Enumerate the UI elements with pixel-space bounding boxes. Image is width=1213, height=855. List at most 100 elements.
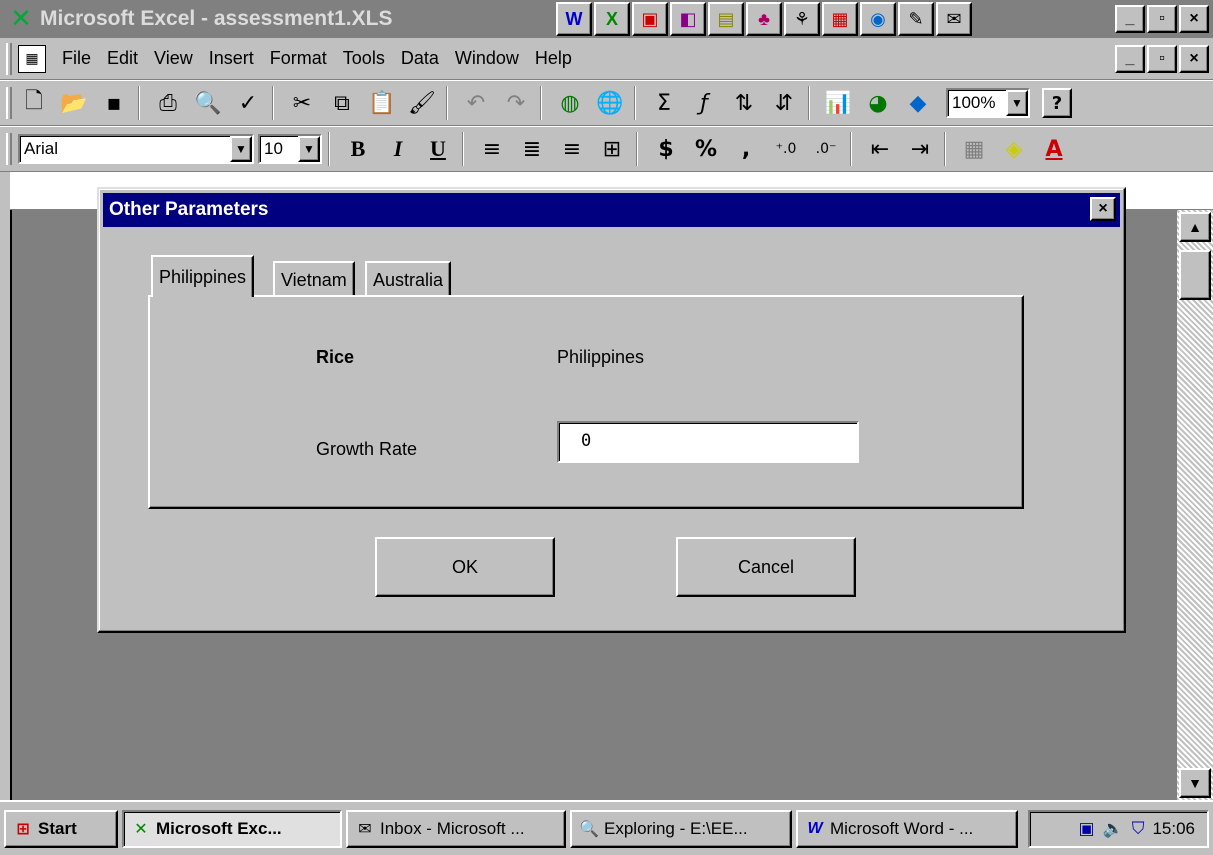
paste-icon[interactable]: 📋 — [364, 85, 400, 121]
underline-button[interactable]: U — [420, 131, 456, 167]
doc-restore-button[interactable]: ▫ — [1147, 45, 1177, 73]
menu-insert[interactable]: Insert — [209, 48, 254, 69]
tab-australia[interactable]: Australia — [365, 261, 452, 297]
sort-ascending-icon[interactable]: ⇅ — [726, 85, 762, 121]
volume-icon[interactable]: 🔈 — [1103, 819, 1124, 839]
cut-icon[interactable]: ✂ — [284, 85, 320, 121]
chevron-down-icon[interactable]: ▼ — [298, 136, 320, 162]
zoom-select[interactable]: 100% ▼ — [946, 88, 1030, 118]
fill-color-icon[interactable]: ◈ — [996, 131, 1032, 167]
align-left-icon[interactable]: ≡ — [474, 131, 510, 167]
office-shortcut-chart-icon[interactable]: ♣ — [746, 2, 782, 36]
map-icon[interactable]: ◕ — [860, 85, 896, 121]
scroll-thumb[interactable] — [1179, 250, 1211, 300]
font-color-icon[interactable]: A — [1036, 131, 1072, 167]
growth-rate-label: Growth Rate — [316, 439, 418, 459]
menu-window[interactable]: Window — [455, 48, 519, 69]
cancel-button[interactable]: Cancel — [676, 537, 856, 597]
doc-close-button[interactable]: × — [1179, 45, 1209, 73]
chevron-down-icon[interactable]: ▼ — [1006, 90, 1028, 116]
redo-icon[interactable]: ↷ — [498, 85, 534, 121]
currency-button[interactable]: $ — [648, 131, 684, 167]
menu-tools[interactable]: Tools — [343, 48, 385, 69]
menu-file[interactable]: File — [62, 48, 91, 69]
task-word[interactable]: W Microsoft Word - ... — [796, 810, 1018, 848]
align-right-icon[interactable]: ≡ — [554, 131, 590, 167]
start-button[interactable]: ⊞ Start — [4, 810, 118, 848]
workbook-icon[interactable]: ▦ — [18, 44, 46, 73]
ok-button[interactable]: OK — [375, 537, 555, 597]
chevron-down-icon[interactable]: ▼ — [230, 136, 252, 162]
office-shortcut-acrobat-icon[interactable]: ▦ — [822, 2, 858, 36]
toolbar-grip[interactable] — [6, 87, 12, 119]
growth-rate-input[interactable]: 0 — [557, 421, 859, 463]
office-shortcut-tool-icon[interactable]: ⚘ — [784, 2, 820, 36]
function-icon[interactable]: ƒ — [686, 85, 722, 121]
autosum-icon[interactable]: Σ — [646, 85, 682, 121]
merge-center-icon[interactable]: ⊞ — [594, 131, 630, 167]
decrease-indent-icon[interactable]: ⇤ — [862, 131, 898, 167]
borders-icon[interactable]: ▦ — [956, 131, 992, 167]
dialog-close-button[interactable]: × — [1090, 197, 1116, 221]
office-shortcut-explorer-icon[interactable]: ▤ — [708, 2, 744, 36]
office-shortcut-powerpoint-icon[interactable]: ▣ — [632, 2, 668, 36]
office-shortcut-find-icon[interactable]: ◉ — [860, 2, 896, 36]
task-exploring[interactable]: 🔍 Exploring - E:\EE... — [570, 810, 792, 848]
scroll-down-icon[interactable]: ▼ — [1179, 768, 1211, 798]
save-icon[interactable]: ▪ — [96, 85, 132, 121]
clock[interactable]: 15:06 — [1152, 819, 1195, 839]
font-size-select[interactable]: 10 ▼ — [258, 134, 322, 164]
task-excel[interactable]: ✕ Microsoft Exc... — [122, 810, 342, 848]
sort-descending-icon[interactable]: ⇵ — [766, 85, 802, 121]
maximize-button[interactable]: ▫ — [1147, 5, 1177, 33]
print-icon[interactable]: ⎙ — [150, 85, 186, 121]
hyperlink-icon[interactable]: 🌐 — [592, 85, 628, 121]
dialog-title: Other Parameters — [109, 199, 269, 220]
menu-help[interactable]: Help — [535, 48, 572, 69]
align-center-icon[interactable]: ≣ — [514, 131, 550, 167]
print-preview-icon[interactable]: 🔍 — [190, 85, 226, 121]
doc-minimize-button[interactable]: _ — [1115, 45, 1145, 73]
menu-format[interactable]: Format — [270, 48, 327, 69]
new-icon[interactable]: 🗋 — [16, 85, 52, 121]
office-shortcut-paint-icon[interactable]: ✎ — [898, 2, 934, 36]
task-label: Inbox - Microsoft ... — [380, 819, 525, 838]
dialog-title-bar[interactable]: Other Parameters × — [103, 193, 1120, 227]
font-select[interactable]: Arial ▼ — [18, 134, 254, 164]
decrease-decimal-icon[interactable]: .0⁻ — [808, 131, 844, 167]
spelling-icon[interactable]: ✓ — [230, 85, 266, 121]
menu-data[interactable]: Data — [401, 48, 439, 69]
comma-button[interactable]: , — [728, 131, 764, 167]
office-shortcut-word-icon[interactable]: W — [556, 2, 592, 36]
menu-edit[interactable]: Edit — [107, 48, 138, 69]
menu-view[interactable]: View — [154, 48, 193, 69]
open-icon[interactable]: 📂 — [56, 85, 92, 121]
web-icon[interactable]: ◍ — [552, 85, 588, 121]
toolbar-grip[interactable] — [6, 133, 12, 165]
tab-vietnam[interactable]: Vietnam — [273, 261, 355, 297]
percent-button[interactable]: % — [688, 131, 724, 167]
italic-button[interactable]: I — [380, 131, 416, 167]
help-icon[interactable]: ? — [1042, 88, 1072, 118]
copy-icon[interactable]: ⧉ — [324, 85, 360, 121]
scroll-up-icon[interactable]: ▲ — [1179, 212, 1211, 242]
office-shortcut-excel-icon[interactable]: X — [594, 2, 630, 36]
tab-philippines[interactable]: Philippines — [151, 255, 255, 297]
vertical-scrollbar[interactable]: ▲ ▼ — [1177, 210, 1213, 800]
bold-button[interactable]: B — [340, 131, 376, 167]
chart-wizard-icon[interactable]: 📊 — [820, 85, 856, 121]
minimize-button[interactable]: _ — [1115, 5, 1145, 33]
network-icon[interactable]: ▣ — [1078, 819, 1094, 839]
office-shortcut-mail-icon[interactable]: ✉ — [936, 2, 972, 36]
office-shortcut-access-icon[interactable]: ◧ — [670, 2, 706, 36]
menu-grip[interactable] — [6, 42, 12, 75]
increase-indent-icon[interactable]: ⇥ — [902, 131, 938, 167]
font-size-value: 10 — [264, 139, 283, 158]
increase-decimal-icon[interactable]: ⁺.0 — [768, 131, 804, 167]
task-inbox[interactable]: ✉ Inbox - Microsoft ... — [346, 810, 566, 848]
drawing-icon[interactable]: ◆ — [900, 85, 936, 121]
close-button[interactable]: × — [1179, 5, 1209, 33]
antivirus-icon[interactable]: ⛉ — [1132, 819, 1145, 839]
format-painter-icon[interactable]: 🖌 — [404, 85, 440, 121]
undo-icon[interactable]: ↶ — [458, 85, 494, 121]
